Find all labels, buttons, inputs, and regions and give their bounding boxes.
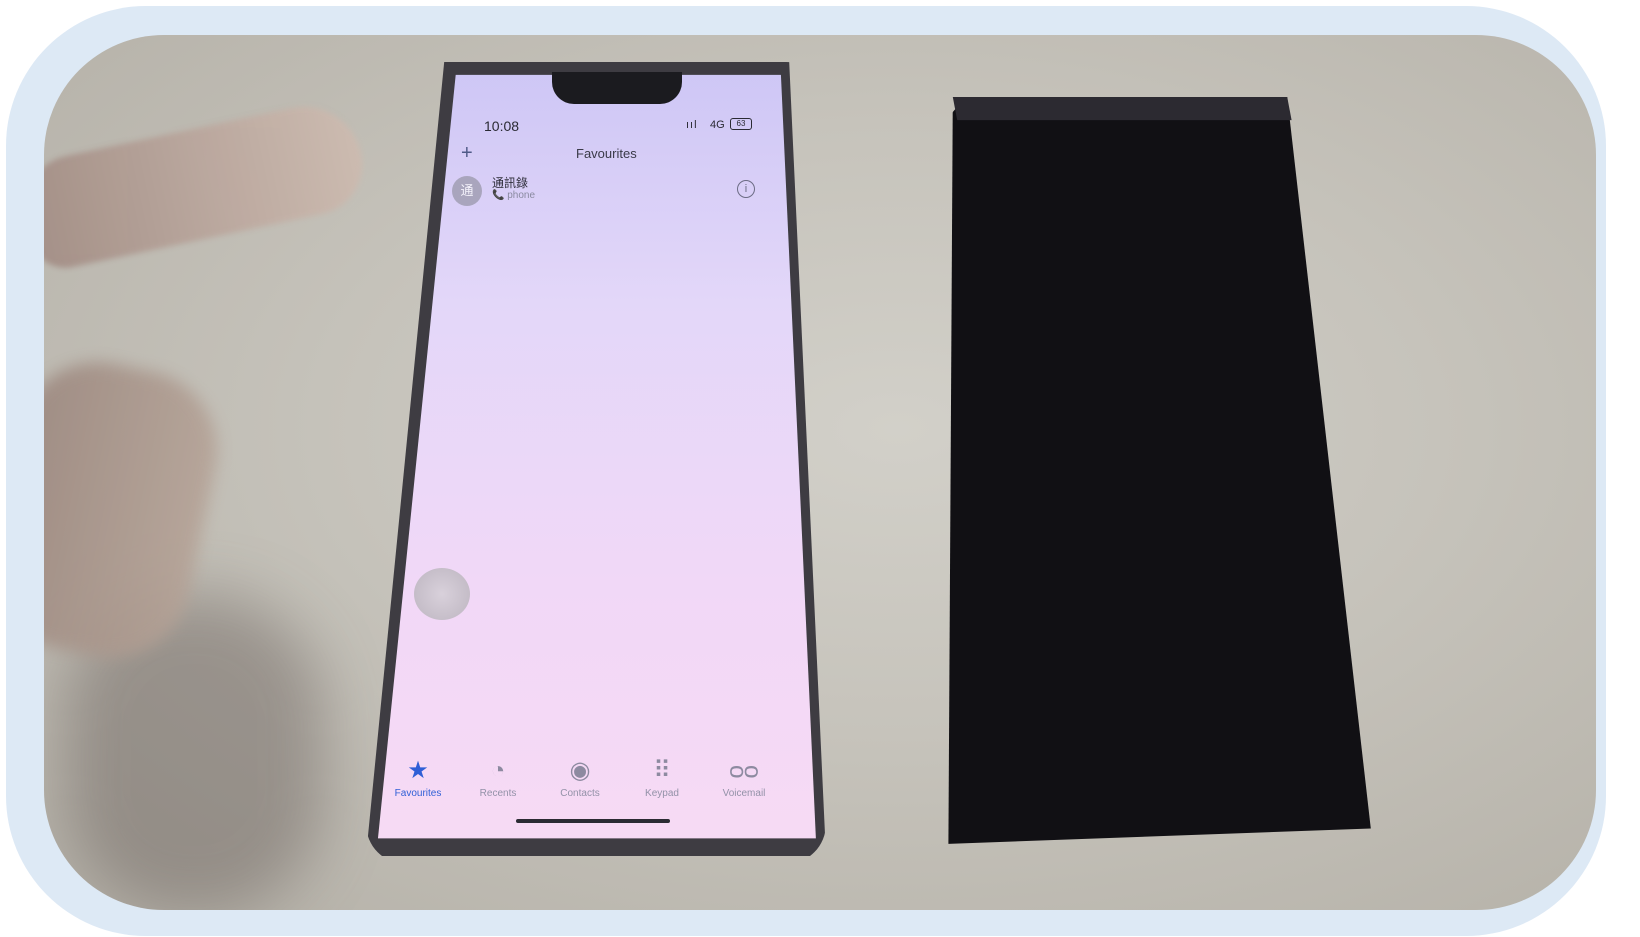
tab-favourites[interactable]: ★ Favourites: [380, 757, 456, 800]
avatar: 通: [452, 176, 482, 206]
signal-icon: ııl: [686, 119, 698, 131]
tab-voicemail[interactable]: ᴑᴑ Voicemail: [706, 757, 782, 800]
tab-contacts[interactable]: ◉ Contacts: [542, 757, 618, 800]
right-phone: [944, 97, 1384, 867]
tab-bar: ★ Favourites ◔ Recents ◉ Contacts ⠿ Keyp…: [380, 757, 766, 808]
contact-name: 通訊錄: [492, 176, 529, 190]
person-circle-icon: ◉: [569, 757, 591, 784]
tab-label: Recents: [479, 788, 517, 799]
add-favourite-icon[interactable]: +: [461, 142, 473, 165]
tab-label: Keypad: [645, 788, 679, 799]
photo: 10:08 ııl 4G 63 + Favourites 通 通訊錄 📞 pho…: [44, 35, 1596, 910]
image-frame: 10:08 ııl 4G 63 + Favourites 通 通訊錄 📞 pho…: [0, 0, 1640, 937]
home-indicator: [516, 819, 670, 823]
info-icon[interactable]: i: [737, 180, 755, 198]
tab-label: Contacts: [560, 788, 600, 799]
contact-subtitle: 📞 phone: [492, 190, 536, 201]
keypad-icon: ⠿: [653, 757, 671, 784]
tab-recents[interactable]: ◔ Recents: [460, 757, 536, 800]
battery-icon: 63: [730, 118, 752, 130]
pointing-finger: [44, 95, 372, 275]
assistive-touch-button[interactable]: [414, 568, 470, 620]
right-phone-black-screen: [948, 97, 1371, 844]
page-title: Favourites: [576, 146, 637, 161]
favourite-row[interactable]: 通 通訊錄 📞 phone i: [452, 174, 772, 210]
phone-notch: [552, 72, 682, 104]
status-time: 10:08: [484, 118, 520, 134]
tab-label: Voicemail: [722, 788, 766, 799]
left-phone: 10:08 ııl 4G 63 + Favourites 通 通訊錄 📞 pho…: [366, 62, 826, 864]
tab-label: Favourites: [394, 788, 442, 799]
tab-keypad[interactable]: ⠿ Keypad: [624, 757, 700, 800]
network-type: 4G: [710, 119, 725, 131]
star-icon: ★: [407, 757, 429, 784]
clock-icon: ◔: [490, 757, 506, 784]
voicemail-icon: ᴑᴑ: [729, 757, 759, 784]
